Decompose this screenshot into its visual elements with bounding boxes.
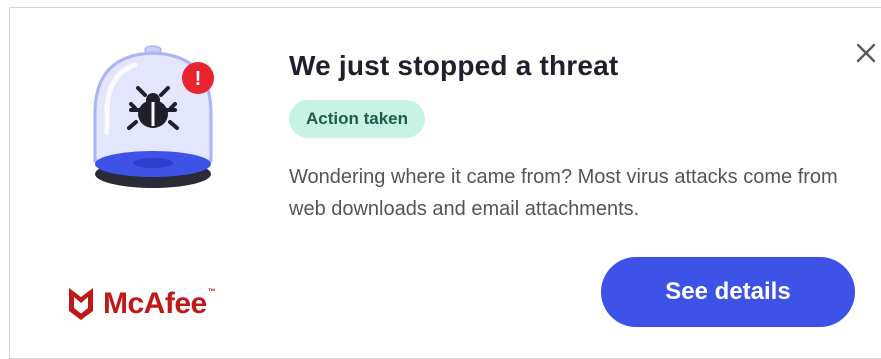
brand-wordmark: McAfee™ bbox=[103, 287, 216, 321]
status-badge: Action taken bbox=[289, 100, 426, 138]
alert-mark: ! bbox=[195, 68, 202, 90]
alert-badge-icon: ! bbox=[182, 62, 214, 94]
see-details-button[interactable]: See details bbox=[601, 257, 855, 327]
close-icon bbox=[856, 43, 876, 63]
close-button[interactable] bbox=[848, 35, 881, 71]
trademark-mark: ™ bbox=[207, 287, 216, 296]
mcafee-logo: McAfee™ bbox=[66, 287, 216, 321]
mcafee-shield-logo-icon bbox=[69, 288, 93, 320]
brand-name: McAfee bbox=[103, 287, 207, 320]
notification-description: Wondering where it came from? Most virus… bbox=[289, 166, 838, 220]
notification-title: We just stopped a threat bbox=[289, 50, 619, 81]
threat-notification-popup: ! We just stopped a threat Action taken … bbox=[9, 7, 881, 359]
quarantined-bug-illustration: ! bbox=[93, 45, 214, 188]
